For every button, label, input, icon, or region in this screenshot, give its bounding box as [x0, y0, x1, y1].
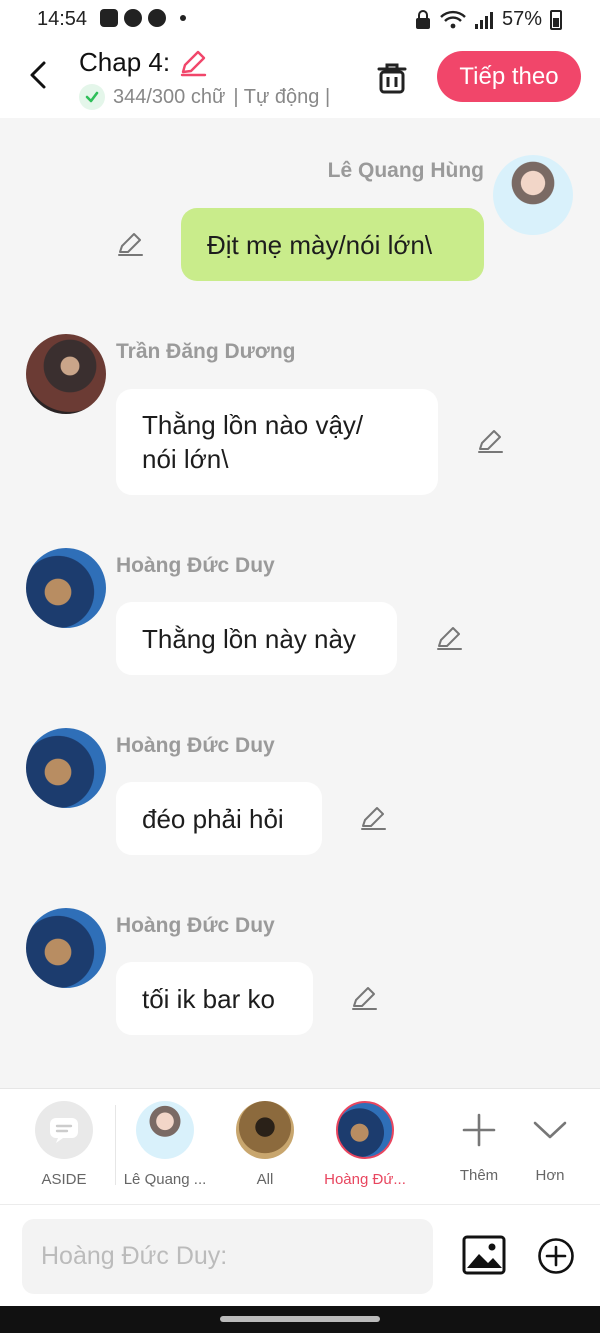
- message-bubble-own[interactable]: Địt mẹ mày/nói lớn\: [181, 208, 484, 281]
- message-bubble[interactable]: tối ik bar ko: [116, 962, 313, 1035]
- gallery-notification-icon: [100, 9, 118, 27]
- chat-editor-screen: 14:54 57% Chap 4: 344/300 chữ | Tự động: [0, 0, 600, 1333]
- character-le-quang-hung[interactable]: Lê Quang ...: [115, 1101, 215, 1188]
- lock-icon: [415, 9, 430, 29]
- edit-title-pencil-icon[interactable]: [178, 48, 208, 78]
- edit-message-pencil-icon[interactable]: [435, 624, 463, 652]
- messenger-notification-icon: [124, 9, 142, 27]
- message-sender-name: Trần Đăng Dương: [116, 340, 296, 363]
- status-time: 14:54: [37, 8, 88, 30]
- character-avatar: [336, 1101, 394, 1159]
- message-sender-name: Hoàng Đức Duy: [116, 554, 275, 577]
- battery-icon: [550, 9, 562, 30]
- more-characters-button[interactable]: Hơn: [500, 1101, 600, 1184]
- status-bar: 14:54 57%: [0, 0, 600, 40]
- trash-icon[interactable]: [372, 58, 412, 98]
- chapter-stats: 344/300 chữ | Tự động |: [79, 84, 330, 110]
- image-icon[interactable]: [462, 1235, 506, 1275]
- notification-icons: [100, 9, 186, 27]
- message-bubble[interactable]: Thằng lồn nào vậy/ nói lớn\: [116, 389, 438, 495]
- add-circle-icon[interactable]: [537, 1237, 575, 1275]
- message-bubble[interactable]: đéo phải hỏi: [116, 782, 322, 855]
- message-input[interactable]: Hoàng Đức Duy:: [22, 1219, 433, 1294]
- wifi-icon: [440, 10, 466, 28]
- word-count: 344/300 chữ: [113, 85, 226, 108]
- chevron-down-icon: [521, 1101, 579, 1159]
- character-label: Hơn: [535, 1167, 565, 1184]
- back-arrow-icon[interactable]: [22, 58, 56, 92]
- message-sender-name: Lê Quang Hùng: [327, 159, 484, 182]
- edit-message-pencil-icon[interactable]: [350, 984, 378, 1012]
- character-avatar: [136, 1101, 194, 1159]
- messenger-notification-icon-2: [148, 9, 166, 27]
- avatar-le-quang-hung[interactable]: [493, 155, 573, 235]
- chat-bubble-icon: [35, 1101, 93, 1159]
- edit-message-pencil-icon[interactable]: [476, 427, 504, 455]
- character-label: All: [256, 1171, 274, 1188]
- character-aside[interactable]: ASIDE: [14, 1101, 114, 1188]
- character-hoang-duc-duy[interactable]: Hoàng Đứ...: [315, 1101, 415, 1188]
- system-navigation-bar: [0, 1306, 600, 1333]
- message-sender-name: Hoàng Đức Duy: [116, 734, 275, 757]
- composer-bar: Hoàng Đức Duy:: [0, 1204, 600, 1306]
- edit-message-pencil-icon[interactable]: [116, 230, 144, 258]
- character-all[interactable]: All: [215, 1101, 315, 1188]
- character-label: Hoàng Đứ...: [324, 1171, 406, 1188]
- signal-icon: [474, 11, 493, 29]
- message-line: Thằng lồn nào vậy/: [142, 410, 364, 440]
- message-line: nói lớn\: [142, 444, 229, 474]
- editor-header: Chap 4: 344/300 chữ | Tự động | Tiếp the…: [0, 40, 600, 118]
- chapter-title-text: Chap 4:: [79, 47, 171, 77]
- character-avatar: [236, 1101, 294, 1159]
- chapter-title[interactable]: Chap 4:: [79, 47, 208, 78]
- character-label: ASIDE: [41, 1171, 87, 1188]
- battery-percent: 57%: [501, 8, 542, 30]
- status-right: 57%: [414, 8, 562, 31]
- home-gesture-handle[interactable]: [220, 1316, 380, 1322]
- avatar-hoang-duc-duy[interactable]: [26, 728, 106, 808]
- avatar-hoang-duc-duy[interactable]: [26, 908, 106, 988]
- message-sender-name: Hoàng Đức Duy: [116, 914, 275, 937]
- edit-message-pencil-icon[interactable]: [359, 804, 387, 832]
- more-notifications-icon: [180, 15, 186, 21]
- character-selector-bar: ASIDE Lê Quang ... All Hoàng Đứ... Thêm …: [0, 1088, 600, 1204]
- check-icon: [79, 84, 105, 110]
- avatar-tran-dang-duong[interactable]: [26, 334, 106, 414]
- avatar-hoang-duc-duy[interactable]: [26, 548, 106, 628]
- next-button[interactable]: Tiếp theo: [437, 51, 581, 102]
- message-input-placeholder: Hoàng Đức Duy:: [41, 1242, 228, 1270]
- message-bubble[interactable]: Thằng lồn này này: [116, 602, 397, 675]
- save-mode: | Tự động |: [233, 85, 331, 108]
- character-label: Lê Quang ...: [123, 1171, 207, 1188]
